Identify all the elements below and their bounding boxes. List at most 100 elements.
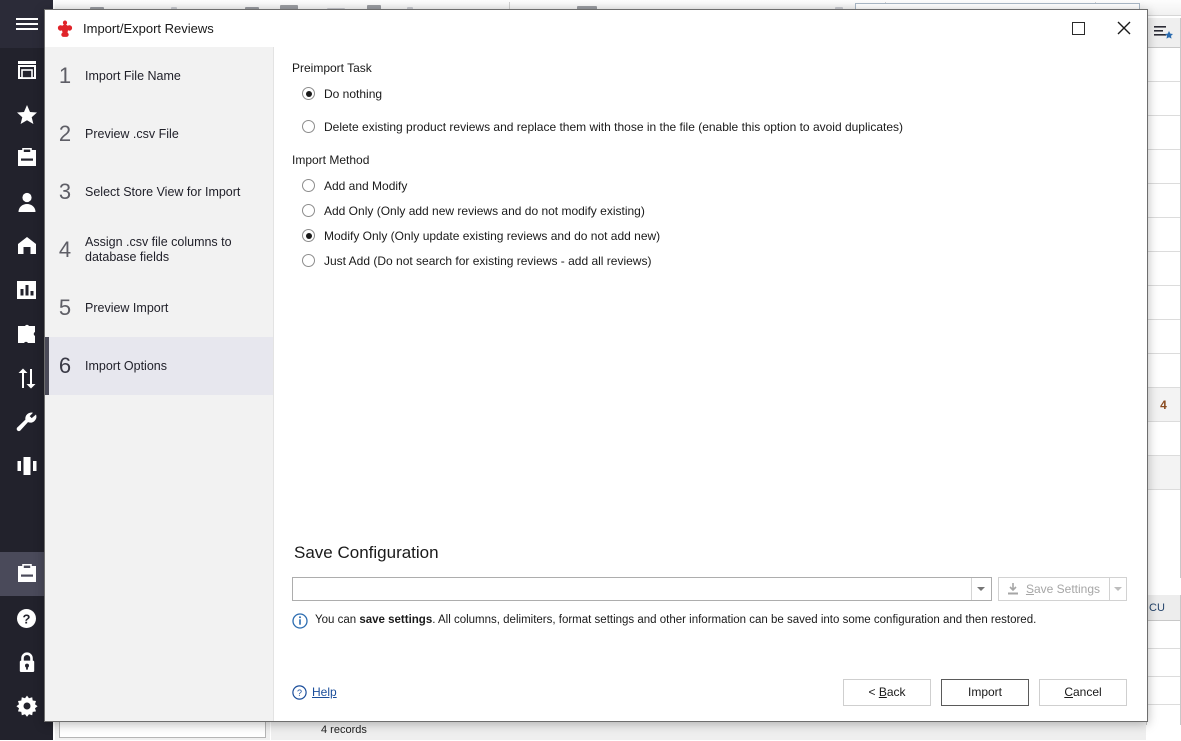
preimport-task-section: Preimport Task Do nothing Delete existin…	[292, 61, 1127, 139]
table-row	[1147, 677, 1180, 705]
table-row	[1147, 252, 1180, 286]
save-settings-dropdown-button[interactable]	[1110, 577, 1127, 601]
info-text: You can save settings. All columns, deli…	[315, 613, 1036, 628]
table-row	[1147, 150, 1180, 184]
question-circle-icon: ?	[292, 685, 307, 700]
radio-label: Add Only (Only add new reviews and do no…	[324, 204, 645, 218]
dialog-footer: ? Help < Back Import Cancel	[274, 663, 1147, 721]
radio-just-add[interactable]: Just Add (Do not search for existing rev…	[302, 248, 1127, 273]
save-configuration-heading: Save Configuration	[294, 543, 1127, 563]
download-icon	[1006, 582, 1020, 596]
radio-label: Delete existing product reviews and repl…	[324, 120, 903, 134]
step-label: Import Options	[85, 359, 167, 374]
star-icon	[16, 104, 38, 125]
step-number: 6	[45, 353, 85, 379]
info-icon	[292, 613, 308, 634]
table-row	[1147, 456, 1180, 490]
cancel-label: Cancel	[1064, 685, 1101, 699]
transfer-arrows-icon	[16, 368, 38, 389]
background-grid-panel: 4	[1146, 18, 1181, 578]
wizard-step-3[interactable]: 3 Select Store View for Import	[45, 163, 273, 221]
radio-label: Modify Only (Only update existing review…	[324, 229, 660, 243]
table-row	[1147, 320, 1180, 354]
info-message: You can save settings. All columns, deli…	[292, 613, 1127, 634]
step-number: 4	[45, 237, 85, 263]
radio-indicator	[302, 87, 315, 100]
radio-modify-only[interactable]: Modify Only (Only update existing review…	[302, 223, 1127, 248]
step-number: 2	[45, 121, 85, 147]
list-star-icon	[1154, 25, 1174, 40]
configuration-combobox[interactable]	[292, 577, 992, 601]
preimport-task-title: Preimport Task	[292, 61, 1127, 75]
maximize-button[interactable]	[1055, 10, 1101, 46]
shopping-bag-icon	[16, 236, 38, 256]
background-secondary-panel: CU	[1146, 595, 1181, 725]
import-button[interactable]: Import	[941, 679, 1029, 706]
radio-label: Do nothing	[324, 87, 382, 101]
table-row	[1147, 82, 1180, 116]
wizard-step-4[interactable]: 4 Assign .csv file columns to database f…	[45, 221, 273, 279]
gear-icon	[16, 695, 38, 717]
back-label: < Back	[868, 685, 905, 699]
import-export-dialog: Import/Export Reviews 1 Import File Name…	[44, 9, 1148, 722]
question-circle-icon: ?	[16, 608, 37, 629]
step-label: Assign .csv file columns to database fie…	[85, 235, 235, 265]
wizard-step-6[interactable]: 6 Import Options	[45, 337, 273, 395]
accel-letter: B	[879, 685, 887, 699]
background-panel-label: CU	[1147, 595, 1180, 621]
magento-logo-icon	[55, 19, 75, 39]
table-row	[1147, 286, 1180, 320]
table-row	[1147, 649, 1180, 677]
radio-delete-existing[interactable]: Delete existing product reviews and repl…	[302, 114, 1127, 139]
dialog-titlebar: Import/Export Reviews	[45, 10, 1147, 47]
help-link[interactable]: ? Help	[292, 685, 337, 700]
radio-indicator	[302, 254, 315, 267]
step-number: 3	[45, 179, 85, 205]
dialog-title: Import/Export Reviews	[83, 21, 214, 36]
table-row	[1147, 116, 1180, 150]
radio-indicator	[302, 229, 315, 242]
chevron-down-icon	[1114, 587, 1122, 591]
chevron-down-icon[interactable]	[971, 578, 991, 600]
info-text-bold: save settings	[359, 614, 432, 626]
radio-add-only[interactable]: Add Only (Only add new reviews and do no…	[302, 198, 1127, 223]
wizard-step-5[interactable]: 5 Preview Import	[45, 279, 273, 337]
step-label: Select Store View for Import	[85, 185, 240, 200]
wizard-step-2[interactable]: 2 Preview .csv File	[45, 105, 273, 163]
step-number: 1	[45, 63, 85, 89]
wizard-steps-sidebar: 1 Import File Name 2 Preview .csv File 3…	[45, 47, 273, 721]
step-label: Import File Name	[85, 69, 181, 84]
close-button[interactable]	[1101, 10, 1147, 46]
svg-text:?: ?	[23, 611, 31, 626]
back-button[interactable]: < Back	[843, 679, 931, 706]
radio-do-nothing[interactable]: Do nothing	[302, 81, 1127, 106]
save-settings-rest: ave Settings	[1034, 582, 1100, 596]
table-row	[1147, 422, 1180, 456]
import-method-section: Import Method Add and Modify Add Only (O…	[292, 153, 1127, 273]
accel-letter: S	[1026, 582, 1034, 596]
info-text-after: . All columns, delimiters, format settin…	[432, 614, 1036, 626]
configuration-input[interactable]	[293, 582, 971, 596]
table-row	[1147, 48, 1180, 82]
info-text-before: You can	[315, 614, 359, 626]
archive-box-icon	[16, 564, 38, 584]
radio-label: Just Add (Do not search for existing rev…	[324, 254, 651, 268]
storefront-icon	[16, 60, 38, 80]
person-icon	[17, 192, 37, 213]
svg-text:?: ?	[297, 688, 302, 698]
puzzle-piece-icon	[16, 324, 37, 345]
table-row	[1147, 621, 1180, 649]
table-row	[1147, 184, 1180, 218]
radio-add-and-modify[interactable]: Add and Modify	[302, 173, 1127, 198]
lock-icon	[17, 652, 37, 673]
save-settings-button[interactable]: Save Settings	[998, 577, 1110, 601]
cancel-button[interactable]: Cancel	[1039, 679, 1127, 706]
wrench-icon	[16, 412, 38, 433]
accel-letter: C	[1064, 685, 1073, 699]
wizard-step-1[interactable]: 1 Import File Name	[45, 47, 273, 105]
radio-indicator	[302, 120, 315, 133]
table-cell-value: 4	[1147, 388, 1180, 422]
step-label: Preview .csv File	[85, 127, 179, 142]
radio-indicator	[302, 179, 315, 192]
bar-chart-icon	[16, 280, 37, 300]
